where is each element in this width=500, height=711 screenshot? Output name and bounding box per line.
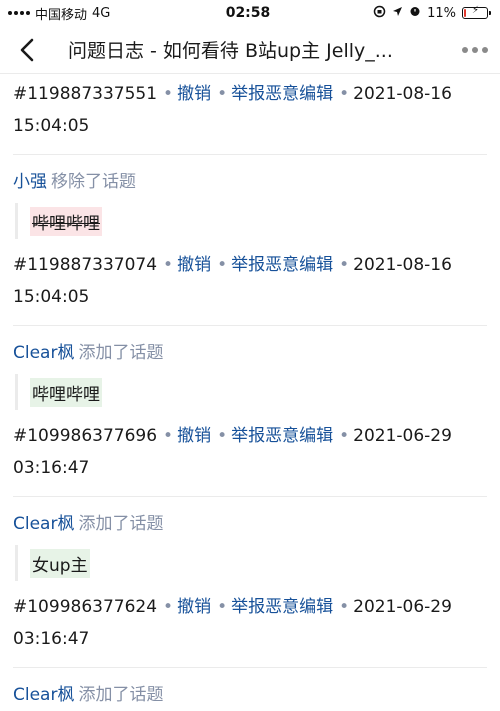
entry-meta: #119887337074 • 撤销 • 举报恶意编辑 • 2021-08-16 15:04…	[13, 255, 452, 307]
charging-bolt-icon: ⚡	[471, 5, 480, 16]
navigation-bar: 问题日志 - 如何看待 B站up主 Jelly_...	[0, 26, 500, 74]
status-left: 中国移动 4G	[8, 4, 178, 23]
entry-meta: #119887337551 • 撤销 • 举报恶意编辑 • 2021-08-16 15:04…	[13, 84, 452, 136]
topic-quote: 哔哩哔哩	[15, 203, 487, 239]
revoke-link[interactable]: 撤销	[177, 84, 211, 104]
clock: 02:58	[225, 5, 271, 21]
report-edit-link[interactable]: 举报恶意编辑	[231, 597, 333, 617]
network-type: 4G	[92, 5, 111, 21]
report-edit-link[interactable]: 举报恶意编辑	[231, 255, 333, 275]
entry-time: 03:16:47	[13, 629, 90, 649]
log-entry: Clear枫 添加了话题 哔哩哔哩 #109986377696 • 撤销 • 举报恶意编辑…	[13, 326, 487, 497]
topic-quote: 女up主	[15, 545, 487, 581]
more-dot-icon	[472, 46, 478, 53]
battery-fill	[463, 9, 467, 17]
revision-id: #119887337551	[13, 84, 158, 104]
log-entry: Clear枫 添加了话题 女up主 #109986377624 • 撤销 • 举报恶意编辑…	[13, 497, 487, 668]
entry-date: 2021-06-29	[353, 597, 452, 617]
entry-header: 小强 移除了话题	[13, 169, 487, 195]
entry-meta: #109986377696 • 撤销 • 举报恶意编辑 • 2021-06-29 03:16…	[13, 426, 452, 478]
alarm-icon	[409, 5, 421, 21]
action-text: 添加了话题	[78, 685, 164, 705]
carrier-name: 中国移动	[35, 7, 88, 23]
actor-link[interactable]: 小强	[13, 172, 47, 192]
log-entry: Clear枫 添加了话题	[13, 668, 487, 711]
action-text: 添加了话题	[78, 343, 164, 363]
entry-time: 15:04:05	[13, 116, 90, 136]
removed-topic: 哔哩哔哩	[30, 206, 102, 236]
orientation-lock-icon	[373, 5, 386, 22]
entry-header: Clear枫 添加了话题	[13, 682, 487, 708]
revoke-link[interactable]: 撤销	[177, 597, 211, 617]
entry-time: 15:04:05	[13, 287, 90, 307]
entry-meta: #109986377624 • 撤销 • 举报恶意编辑 • 2021-06-29 03:16…	[13, 597, 452, 649]
report-edit-link[interactable]: 举报恶意编辑	[231, 84, 333, 104]
location-icon	[392, 6, 403, 21]
revision-id: #119887337074	[13, 255, 158, 275]
status-bar: 中国移动 4G 02:58 11% ⚡	[0, 0, 500, 26]
log-entry: 小强 移除了话题 哔哩哔哩 #119887337074 • 撤销 • 举报恶意编辑 • 202…	[13, 155, 487, 326]
status-right: 11% ⚡	[318, 5, 491, 22]
more-dot-icon	[482, 46, 488, 53]
chevron-left-icon	[20, 38, 34, 61]
revoke-link[interactable]: 撤销	[177, 426, 211, 446]
signal-strength-icon	[8, 11, 30, 15]
entry-date: 2021-08-16	[353, 255, 452, 275]
battery-icon: ⚡	[461, 5, 491, 19]
actor-link[interactable]: Clear枫	[13, 685, 74, 705]
action-text: 添加了话题	[78, 514, 164, 534]
revision-id: #109986377696	[13, 426, 158, 446]
entry-header: Clear枫 添加了话题	[13, 511, 487, 537]
log-list: #119887337551 • 撤销 • 举报恶意编辑 • 2021-08-16 15:04…	[0, 74, 500, 711]
actor-link[interactable]: Clear枫	[13, 514, 74, 534]
topic-quote: 哔哩哔哩	[15, 374, 487, 410]
page-title: 问题日志 - 如何看待 B站up主 Jelly_...	[68, 40, 393, 62]
revoke-link[interactable]: 撤销	[177, 255, 211, 275]
more-dot-icon	[462, 46, 468, 53]
report-edit-link[interactable]: 举报恶意编辑	[231, 426, 333, 446]
battery-percent: 11%	[427, 5, 456, 21]
log-entry: #119887337551 • 撤销 • 举报恶意编辑 • 2021-08-16 15:04…	[13, 74, 487, 155]
actor-link[interactable]: Clear枫	[13, 343, 74, 363]
action-text: 移除了话题	[51, 172, 136, 192]
entry-header: Clear枫 添加了话题	[13, 340, 487, 366]
added-topic: 女up主	[30, 548, 90, 578]
entry-date: 2021-08-16	[353, 84, 452, 104]
added-topic: 哔哩哔哩	[30, 377, 102, 407]
entry-date: 2021-06-29	[353, 426, 452, 446]
more-options-button[interactable]	[448, 46, 488, 53]
back-button[interactable]	[20, 35, 50, 65]
entry-time: 03:16:47	[13, 458, 90, 478]
revision-id: #109986377624	[13, 597, 158, 617]
